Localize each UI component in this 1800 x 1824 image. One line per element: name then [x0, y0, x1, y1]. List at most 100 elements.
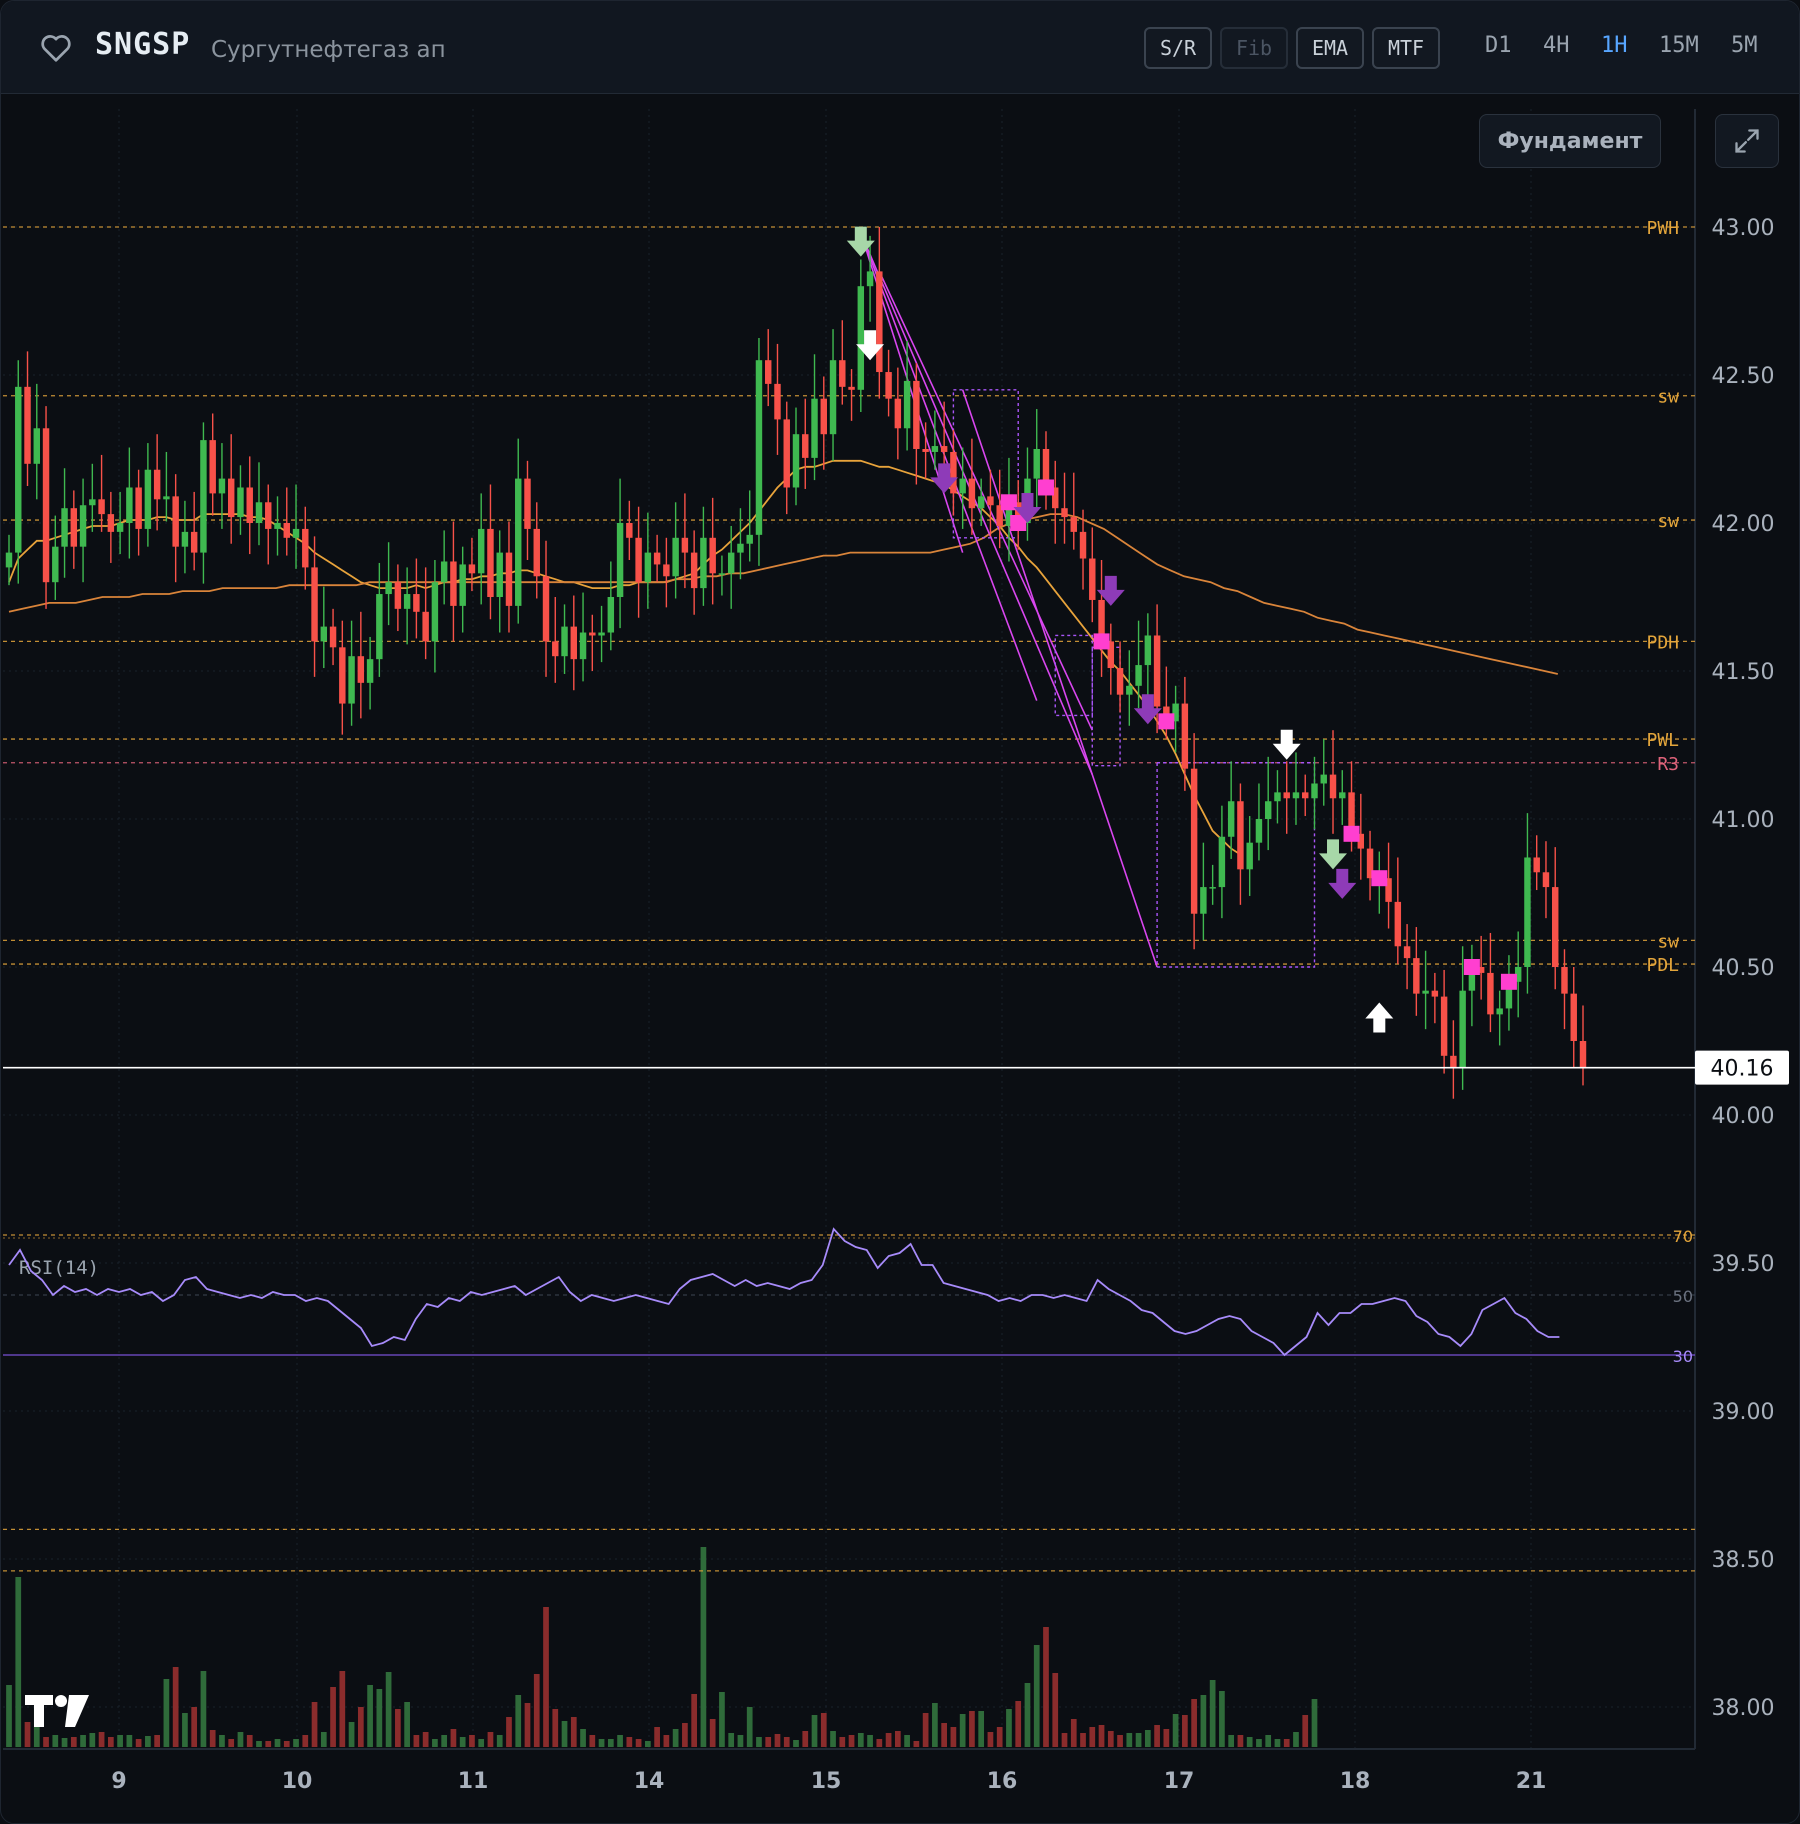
price-chart[interactable]: 43.00 42.50 42.00 41.50 41.00 40.50 40.00 39.50…	[1, 1, 1800, 1824]
candle-body	[635, 537, 642, 583]
candle-body	[52, 546, 59, 583]
fundament-button[interactable]: Фундамент	[1479, 114, 1661, 168]
x-tick-label: 10	[282, 1769, 313, 1794]
volume-bar	[293, 1739, 299, 1747]
level-label: sw	[1657, 387, 1679, 408]
volume-bar	[1052, 1673, 1059, 1747]
volume-bar	[654, 1727, 660, 1747]
volume-bar	[432, 1739, 438, 1747]
volume-bar	[885, 1733, 892, 1747]
candle-body	[477, 528, 485, 574]
volume-bar	[135, 1739, 142, 1747]
candle-body	[450, 561, 457, 606]
volume-bar	[607, 1739, 614, 1747]
candle-body	[950, 451, 957, 494]
volume-bar	[145, 1736, 151, 1747]
candle-body	[903, 380, 911, 429]
candle-body	[1431, 990, 1439, 997]
candle-body	[1237, 801, 1244, 870]
candle-body	[542, 576, 550, 642]
candle-body	[1061, 508, 1068, 518]
volume-bar	[191, 1707, 198, 1747]
candle-body	[1339, 792, 1346, 799]
volume-bar	[311, 1702, 318, 1747]
candle-body	[61, 508, 68, 547]
candle-body	[1459, 990, 1466, 1068]
candle-body	[181, 531, 189, 547]
candle-body	[302, 528, 309, 568]
volume-bar	[1228, 1735, 1235, 1747]
sell-arrow-icon	[1319, 839, 1348, 870]
y-tick-label: 41.50	[1712, 660, 1775, 685]
chart-frame: SNGSP Сургутнефтегаз ап S/R Fib EMA MTF …	[0, 0, 1800, 1824]
candle-body	[829, 360, 837, 435]
volume-bar	[348, 1722, 355, 1747]
volume-bar	[246, 1735, 253, 1747]
volume-bar	[1089, 1727, 1096, 1747]
volume-bar	[691, 1694, 698, 1747]
y-tick-label: 43.00	[1712, 216, 1775, 241]
y-tick-label: 38.00	[1712, 1696, 1775, 1721]
volume-bar	[209, 1730, 216, 1747]
volume-bar	[839, 1737, 846, 1747]
volume-bar	[1163, 1729, 1170, 1747]
volume-bar	[15, 1577, 22, 1747]
volume-bar	[922, 1713, 929, 1747]
candle-body	[931, 446, 939, 452]
volume-bar	[200, 1671, 207, 1747]
volume-bar	[496, 1735, 503, 1747]
rsi-level-label: 50	[1673, 1287, 1693, 1306]
candle-body	[681, 537, 689, 553]
x-tick-label: 17	[1164, 1769, 1195, 1794]
volume-bar	[1302, 1715, 1309, 1747]
expand-button[interactable]	[1715, 114, 1779, 168]
candle-body	[394, 582, 402, 609]
candle-body	[1487, 972, 1494, 1015]
candle-body	[468, 564, 476, 574]
volume-bar	[339, 1671, 346, 1747]
candle-body	[163, 496, 170, 500]
candle-body	[135, 487, 142, 529]
volume-bar	[469, 1735, 475, 1747]
volume-bar	[663, 1735, 670, 1747]
candle-body	[42, 428, 50, 583]
expand-icon	[1735, 129, 1759, 153]
candle-body	[1181, 703, 1189, 769]
buy-arrow-icon	[1365, 1002, 1394, 1033]
candle-body	[663, 564, 670, 577]
candle-body	[311, 567, 318, 642]
volume-bar	[645, 1741, 651, 1747]
volume-bar	[459, 1737, 466, 1747]
candle-body	[1274, 792, 1281, 802]
candle-body	[440, 561, 448, 583]
candle-body	[783, 419, 790, 488]
candle-body	[246, 487, 253, 523]
candle-body	[524, 478, 531, 529]
volume-bar	[904, 1735, 910, 1747]
y-tick-label: 40.50	[1712, 956, 1775, 981]
volume-bar	[783, 1737, 790, 1747]
signal-line	[878, 271, 1094, 731]
volume-bar	[524, 1703, 531, 1747]
candle-body	[690, 552, 698, 589]
volume-bar	[1061, 1733, 1068, 1747]
volume-bar	[1219, 1691, 1225, 1747]
candle-body	[79, 505, 87, 547]
candle-body	[413, 594, 420, 612]
volume-bar	[756, 1737, 762, 1747]
candle-body	[746, 534, 753, 544]
candle-body	[1079, 531, 1087, 559]
volume-bar	[1154, 1725, 1160, 1747]
candle-body	[802, 434, 809, 458]
volume-bar	[61, 1738, 68, 1747]
volume-bar	[1172, 1714, 1179, 1747]
ema-slow-line	[8, 513, 1558, 675]
volume-bar	[728, 1733, 735, 1747]
volume-bar	[107, 1737, 114, 1747]
candle-body	[913, 380, 920, 449]
candle-body	[515, 478, 522, 606]
sell-arrow-icon	[1328, 868, 1357, 899]
candle-body	[366, 659, 374, 683]
candle-body	[227, 478, 235, 518]
candle-body	[1200, 887, 1207, 914]
